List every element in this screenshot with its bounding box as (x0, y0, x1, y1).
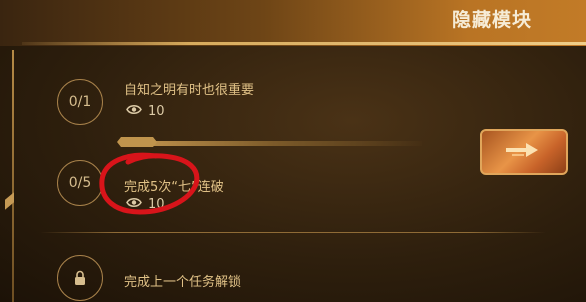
task-title: 自知之明有时也很重要 (124, 83, 255, 98)
views-count: 10 (148, 104, 165, 119)
task-progress-text: 0/5 (68, 175, 92, 191)
page-title: 隐藏模块 (451, 9, 532, 31)
separator-ornament (117, 137, 157, 147)
task-progress-text: 0/1 (68, 94, 92, 110)
header-divider (22, 42, 586, 45)
eye-icon (126, 104, 142, 119)
task-progress-badge: 0/1 (57, 79, 103, 125)
panel-border (12, 50, 14, 302)
locked-task-text: 完成上一个任务解锁 (124, 275, 242, 290)
annotation-circle (99, 152, 200, 215)
lock-icon (74, 270, 86, 286)
task-lock-badge (57, 255, 103, 301)
go-button[interactable] (480, 129, 568, 175)
header-bar: 隐藏模块 (0, 0, 586, 46)
separator-bar (122, 141, 422, 146)
section-divider (40, 232, 546, 233)
task-views: 10 (126, 104, 165, 119)
arrow-right-icon (504, 139, 544, 165)
